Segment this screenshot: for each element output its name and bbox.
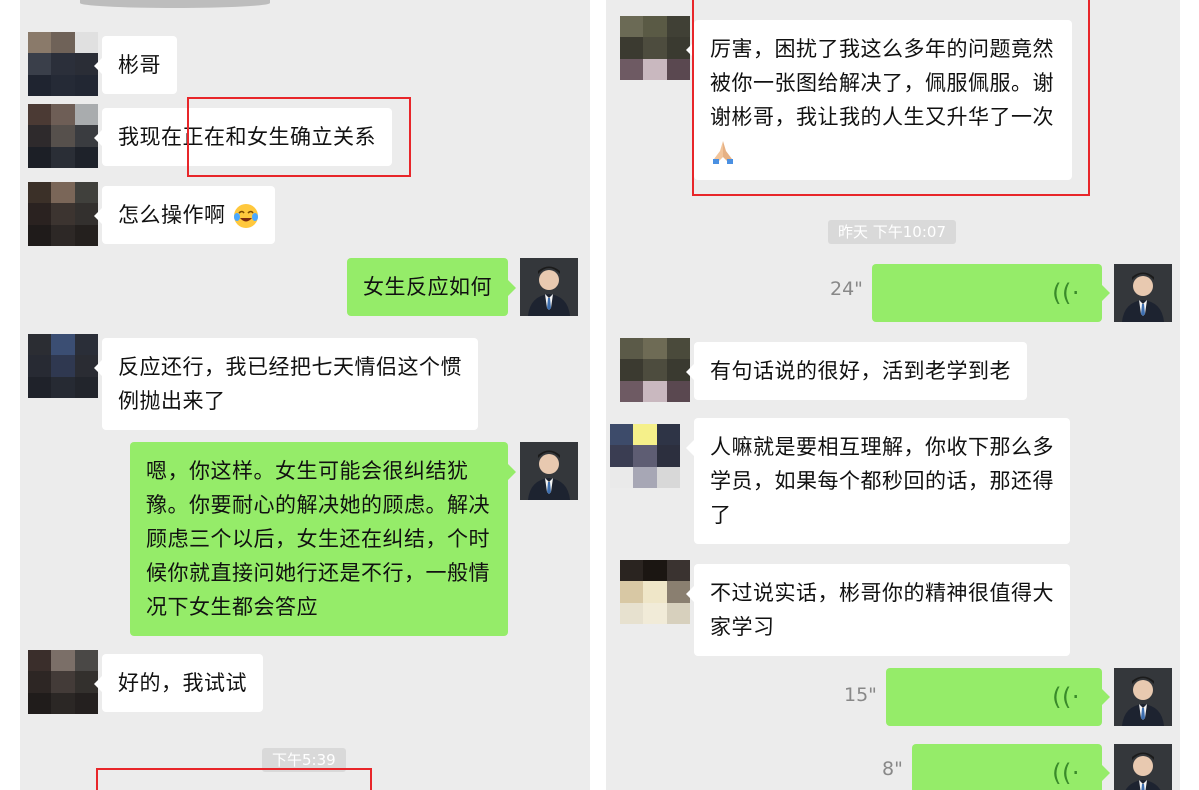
voice-message-bubble[interactable]: ((· <box>886 668 1110 726</box>
timestamp: 昨天 下午10:07 <box>828 220 956 244</box>
message-bubble[interactable]: 反应还行，我已经把七天情侣这个惯例抛出来了 <box>94 338 478 430</box>
avatar-self[interactable] <box>520 442 578 500</box>
person-suit-icon <box>520 442 578 500</box>
message-bubble[interactable]: 有句话说的很好，活到老学到老 <box>686 342 1027 400</box>
right-chat-panel: 厉害，困扰了我这么多年的问题竟然被你一张图给解决了，佩服佩服。谢谢彬哥，我让我的… <box>606 0 1180 790</box>
person-suit-icon <box>1114 264 1172 322</box>
voice-wave-icon: ((· <box>1052 279 1080 307</box>
person-suit-icon <box>1114 668 1172 726</box>
avatar-contact[interactable] <box>28 104 98 168</box>
avatar-contact[interactable] <box>620 338 690 402</box>
person-suit-icon <box>1114 744 1172 790</box>
voice-message-bubble[interactable]: ((· <box>912 744 1110 790</box>
avatar-contact[interactable] <box>620 560 690 624</box>
highlight-box <box>96 768 372 790</box>
message-bubble[interactable]: 彬哥 <box>94 36 177 94</box>
message-text: 好的，我试试 <box>118 671 247 695</box>
message-bubble[interactable]: 不过说实话，彬哥你的精神很值得大家学习 <box>686 564 1070 656</box>
crying-laughing-emoji <box>233 204 258 228</box>
message-bubble[interactable]: 怎么操作啊 <box>94 186 275 244</box>
avatar-self[interactable] <box>520 258 578 316</box>
message-text: 彬哥 <box>118 53 161 77</box>
avatar-self[interactable] <box>1114 744 1172 790</box>
voice-wave-icon: ((· <box>1052 683 1080 711</box>
cropped-top-strip <box>80 0 270 8</box>
avatar-self[interactable] <box>1114 264 1172 322</box>
avatar-contact[interactable] <box>28 32 98 96</box>
voice-duration: 24" <box>830 278 863 300</box>
person-suit-icon <box>520 258 578 316</box>
avatar-self[interactable] <box>1114 668 1172 726</box>
message-text: 反应还行，我已经把七天情侣这个惯例抛出来了 <box>118 355 462 413</box>
avatar-contact[interactable] <box>28 182 98 246</box>
avatar-contact[interactable] <box>610 424 680 488</box>
avatar-contact[interactable] <box>28 334 98 398</box>
avatar-contact[interactable] <box>620 16 690 80</box>
message-text: 不过说实话，彬哥你的精神很值得大家学习 <box>710 581 1054 639</box>
message-text: 人嘛就是要相互理解，你收下那么多学员，如果每个都秒回的话，那还得了 <box>710 435 1054 527</box>
left-chat-panel: 彬哥 我现在正在和女生确立关系 怎么操作啊 女生反应如何 反应还行，我已经把七天… <box>20 0 590 790</box>
message-text: 有句话说的很好，活到老学到老 <box>710 359 1011 383</box>
voice-duration: 8" <box>882 758 903 780</box>
message-text: 嗯，你这样。女生可能会很纠结犹豫。你要耐心的解决她的顾虑。解决顾虑三个以后，女生… <box>146 459 490 619</box>
avatar-contact[interactable] <box>28 650 98 714</box>
voice-message-bubble[interactable]: ((· <box>872 264 1110 322</box>
highlight-box <box>187 97 411 177</box>
message-bubble-outgoing[interactable]: 女生反应如何 <box>347 258 516 316</box>
message-bubble[interactable]: 人嘛就是要相互理解，你收下那么多学员，如果每个都秒回的话，那还得了 <box>686 418 1070 544</box>
message-text: 女生反应如何 <box>363 275 492 299</box>
message-bubble-outgoing[interactable]: 嗯，你这样。女生可能会很纠结犹豫。你要耐心的解决她的顾虑。解决顾虑三个以后，女生… <box>130 442 516 636</box>
voice-wave-icon: ((· <box>1052 759 1080 787</box>
message-bubble[interactable]: 好的，我试试 <box>94 654 263 712</box>
voice-duration: 15" <box>844 684 877 706</box>
highlight-box <box>692 0 1090 196</box>
message-text: 怎么操作啊 <box>118 203 226 227</box>
